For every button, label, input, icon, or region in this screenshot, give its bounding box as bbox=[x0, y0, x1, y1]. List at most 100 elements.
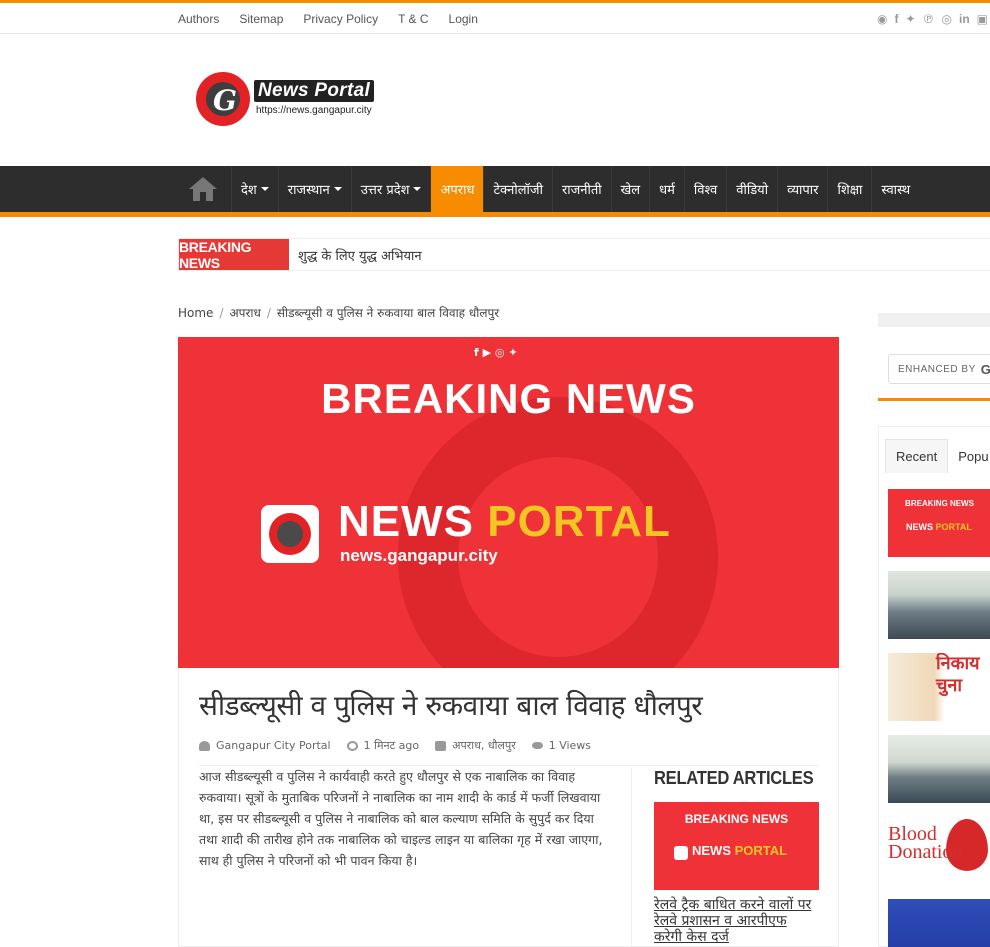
nav-item-label: व्यापार bbox=[787, 183, 819, 198]
nav-item[interactable]: राजस्थान bbox=[277, 166, 351, 212]
chevron-down-icon bbox=[413, 187, 422, 191]
nav-item[interactable]: टेक्नोलॉजी bbox=[483, 166, 551, 212]
hero-brand-yellow: PORTAL bbox=[487, 497, 671, 546]
sidebar-tabs-widget: Recent Popu BREAKING NEWS NEWS PORTAL नि… bbox=[878, 426, 990, 947]
recent-post-thumbnail[interactable] bbox=[888, 899, 990, 947]
related-article-thumbnail[interactable]: BREAKING NEWS NEWS PORTAL bbox=[654, 802, 819, 890]
clock-icon bbox=[346, 740, 358, 751]
tabs-row: Recent Popu bbox=[885, 439, 990, 473]
facebook-icon[interactable]: f bbox=[894, 12, 898, 26]
logo-url: https://news.gangapur.city bbox=[256, 105, 372, 116]
linkedin-icon[interactable]: in bbox=[959, 12, 970, 26]
nav-item-label: धर्म bbox=[659, 183, 675, 198]
nav-item[interactable]: खेल bbox=[610, 166, 649, 212]
social-links: ◉ f ✦ ℗ ◎ in ▣ bbox=[877, 3, 988, 34]
nav-item[interactable]: अपराध bbox=[430, 166, 484, 212]
user-icon bbox=[199, 740, 210, 751]
thumb-word: Blood Donation bbox=[888, 823, 963, 863]
top-link-sitemap[interactable]: Sitemap bbox=[239, 12, 283, 26]
recent-post-thumbnail[interactable]: BREAKING NEWS NEWS PORTAL bbox=[888, 489, 990, 557]
dribbble-icon[interactable]: ◎ bbox=[942, 12, 952, 26]
hero-brand: NEWS PORTAL bbox=[338, 497, 671, 547]
tab-recent[interactable]: Recent bbox=[885, 439, 949, 473]
nav-item[interactable]: शिक्षा bbox=[827, 166, 871, 212]
chevron-down-icon bbox=[260, 187, 269, 191]
content-divider bbox=[631, 768, 632, 947]
author-name[interactable]: Gangapur City Portal bbox=[216, 739, 331, 752]
hero-brand-white: NEWS bbox=[338, 497, 488, 546]
meta-author[interactable]: Gangapur City Portal bbox=[199, 739, 331, 752]
nav-item-label: विश्व bbox=[693, 183, 718, 198]
nav-items: देश राजस्थान उत्तर प्रदेश अपराध टेक्नोलॉजी रा… bbox=[231, 166, 919, 212]
nav-item-label: खेल bbox=[620, 183, 641, 198]
breaking-news-label: BREAKING NEWS bbox=[179, 239, 289, 271]
nav-item-label: उत्तर प्रदेश bbox=[360, 183, 410, 198]
hero-headline: BREAKING NEWS bbox=[321, 375, 696, 422]
meta-categories[interactable]: अपराध, धौलपुर bbox=[435, 738, 516, 753]
article-content: आज सीडब्ल्यूसी व पुलिस ने कार्यवाही करते… bbox=[199, 769, 603, 868]
breaking-news-ticker[interactable]: शुद्ध के लिए युद्ध अभियान bbox=[298, 239, 422, 270]
nav-item[interactable]: राजनीती bbox=[551, 166, 611, 212]
tab-popular[interactable]: Popu bbox=[948, 439, 990, 473]
nav-accent-line bbox=[0, 212, 990, 217]
nav-item[interactable]: स्वास्थ bbox=[871, 166, 919, 212]
rss-icon[interactable]: ◉ bbox=[877, 12, 887, 26]
folder-icon bbox=[435, 740, 447, 751]
nav-item[interactable]: उत्तर प्रदेश bbox=[350, 166, 431, 212]
thumb-brand: NEWS PORTAL bbox=[906, 522, 972, 532]
hero-url: news.gangapur.city bbox=[340, 546, 498, 565]
top-link-privacy[interactable]: Privacy Policy bbox=[303, 12, 378, 26]
breadcrumb-home[interactable]: Home bbox=[178, 306, 213, 320]
article-title: सीडब्ल्यूसी व पुलिस ने रुकवाया बाल विवाह… bbox=[199, 689, 703, 722]
breadcrumb-category[interactable]: अपराध bbox=[229, 304, 260, 321]
nav-item[interactable]: धर्म bbox=[649, 166, 684, 212]
recent-post-thumbnail[interactable]: निकाय चुना bbox=[888, 653, 990, 721]
home-icon[interactable] bbox=[186, 174, 220, 204]
recent-post-thumbnail[interactable] bbox=[888, 571, 990, 639]
hero-social-icons: f ▶ ◎ ✦ bbox=[474, 346, 518, 359]
nav-item-label: अपराध bbox=[440, 183, 475, 198]
post-categories[interactable]: अपराध, धौलपुर bbox=[452, 738, 516, 753]
breadcrumb: Home / अपराध / सीडब्ल्यूसी व पुलिस ने रु… bbox=[178, 304, 499, 321]
thumb-brand-white: NEWS bbox=[906, 522, 936, 532]
related-thumb-headline: BREAKING NEWS bbox=[684, 812, 789, 826]
related-articles-heading: RELATED ARTICLES bbox=[654, 768, 814, 788]
nav-item[interactable]: देश bbox=[231, 166, 278, 212]
nav-item[interactable]: व्यापार bbox=[777, 166, 827, 212]
twitter-icon[interactable]: ✦ bbox=[905, 12, 915, 26]
logo-g-glyph: G bbox=[213, 84, 237, 117]
search-input[interactable]: ENHANCED BY G bbox=[888, 354, 990, 384]
chevron-down-icon bbox=[333, 187, 342, 191]
featured-image: f ▶ ◎ ✦ BREAKING NEWS NEWS PORTAL news.g… bbox=[178, 337, 839, 668]
nav-item-label: शिक्षा bbox=[837, 183, 863, 198]
top-link-login[interactable]: Login bbox=[449, 12, 478, 26]
nav-item-label: राजनीती bbox=[561, 183, 602, 198]
thumb-word: निकाय चुना bbox=[936, 653, 980, 696]
pinterest-icon[interactable]: ℗ bbox=[923, 12, 935, 26]
youtube-icon[interactable]: ▣ bbox=[977, 12, 988, 26]
related-article-link[interactable]: रेलवे ट्रैक बाधित करने वालों पर रेलवे प्… bbox=[654, 897, 819, 945]
nav-item-label: वीडियो bbox=[736, 183, 769, 198]
view-count: 1 Views bbox=[548, 739, 592, 752]
main-nav: देश राजस्थान उत्तर प्रदेश अपराध टेक्नोलॉजी रा… bbox=[0, 166, 990, 212]
article-meta: Gangapur City Portal 1 मिनट ago अपराध, ध… bbox=[199, 736, 819, 766]
meta-time: 1 मिनट ago bbox=[346, 738, 420, 753]
sidebar-search-widget: ENHANCED BY G bbox=[878, 313, 990, 401]
post-time: 1 मिनट ago bbox=[363, 739, 420, 752]
thumb-brand-yellow: PORTAL bbox=[935, 522, 972, 532]
site-logo[interactable]: G News Portal https://news.gangapur.city bbox=[196, 72, 396, 130]
nav-item[interactable]: विश्व bbox=[683, 166, 726, 212]
breadcrumb-separator: / bbox=[219, 305, 224, 320]
top-link-authors[interactable]: Authors bbox=[178, 12, 219, 26]
related-thumb-logo bbox=[674, 846, 688, 860]
breadcrumb-current: सीडब्ल्यूसी व पुलिस ने रुकवाया बाल विवाह… bbox=[276, 306, 500, 320]
top-link-terms[interactable]: T & C bbox=[398, 12, 428, 26]
recent-post-thumbnail[interactable] bbox=[888, 735, 990, 803]
search-label: ENHANCED BY bbox=[898, 363, 976, 375]
nav-item-label: राजस्थान bbox=[287, 183, 330, 198]
eye-icon bbox=[531, 742, 543, 749]
nav-item[interactable]: वीडियो bbox=[726, 166, 777, 212]
article-body: सीडब्ल्यूसी व पुलिस ने रुकवाया बाल विवाह… bbox=[178, 668, 839, 947]
hero-logo-emblem bbox=[261, 505, 319, 563]
recent-post-thumbnail[interactable]: Blood Donation bbox=[888, 817, 990, 885]
